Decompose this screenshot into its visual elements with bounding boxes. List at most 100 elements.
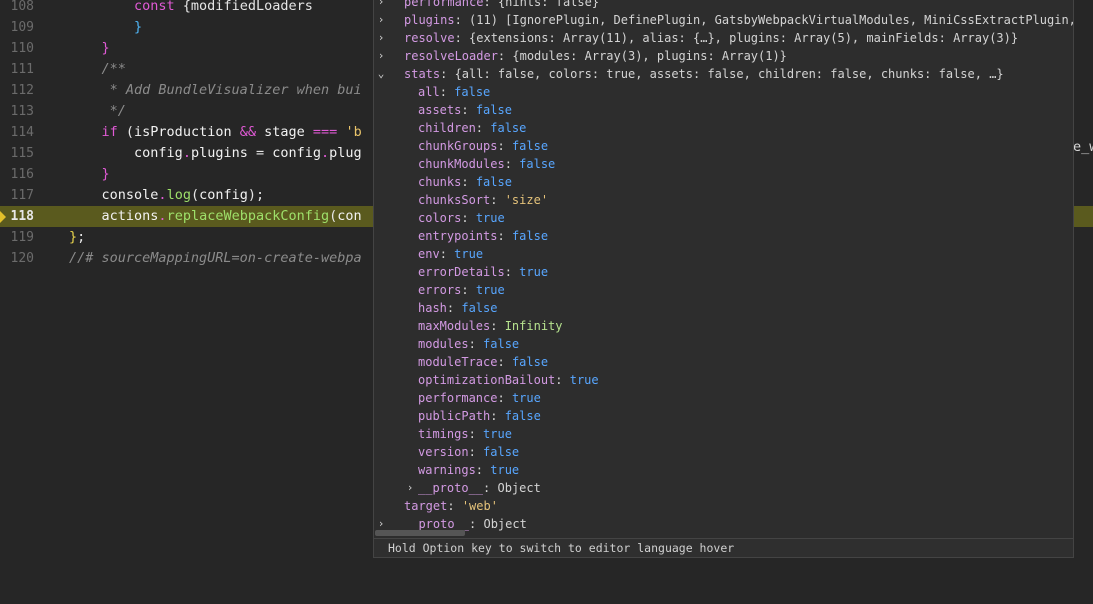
tree-key: colors	[418, 211, 462, 225]
tree-separator: :	[475, 463, 491, 477]
debug-hover-widget[interactable]: › performance: {hints: false} › plugins: (1…	[373, 0, 1074, 558]
tree-row-chunkModules[interactable]: chunkModules: false	[374, 155, 1073, 173]
tree-separator: :	[454, 31, 470, 45]
code-text[interactable]: if (isProduction && stage === 'b	[69, 122, 362, 143]
code-token: plugins	[190, 145, 248, 161]
chevron-right-icon[interactable]: ›	[376, 47, 386, 65]
tree-row-chunkGroups[interactable]: chunkGroups: false	[374, 137, 1073, 155]
tree-key: moduleTrace	[418, 355, 498, 369]
code-text[interactable]: }	[69, 164, 110, 185]
tree-key: __proto__	[418, 481, 484, 495]
tree-separator: :	[490, 193, 505, 207]
tree-value: false	[511, 229, 549, 243]
tree-row-chunksSort[interactable]: chunksSort: 'size'	[374, 191, 1073, 209]
code-token: 'b	[345, 124, 362, 140]
tree-value: false	[483, 445, 520, 459]
line-number[interactable]: 109	[0, 17, 34, 38]
code-token: .	[182, 145, 191, 161]
tree-row-stats[interactable]: ⌄ stats: {all: false, colors: true, asset…	[374, 65, 1073, 83]
tree-row-version[interactable]: version: false	[374, 443, 1073, 461]
tree-key: chunksSort	[418, 193, 491, 207]
tree-key: plugins	[404, 13, 455, 27]
line-number[interactable]: 112	[0, 80, 34, 101]
tree-separator: :	[469, 517, 484, 531]
code-text[interactable]: }	[69, 17, 142, 38]
tree-row-proto[interactable]: › __proto__: Object	[374, 479, 1073, 497]
tree-row-assets[interactable]: assets: false	[374, 101, 1073, 119]
chevron-down-icon[interactable]: ⌄	[376, 65, 386, 83]
tree-separator: :	[490, 319, 505, 333]
tree-row-plugins[interactable]: › plugins: (11) [IgnorePlugin, DefinePlug…	[374, 11, 1073, 29]
tree-separator: :	[440, 67, 455, 81]
tree-row-resolveLoader[interactable]: › resolveLoader: {modules: Array(3), plug…	[374, 47, 1073, 65]
tree-row-resolve[interactable]: › resolve: {extensions: Array(11), alias:…	[374, 29, 1073, 47]
line-number[interactable]: 115	[0, 143, 34, 164]
line-number[interactable]: 111	[0, 59, 34, 80]
tree-key: children	[418, 121, 476, 135]
tree-row-env[interactable]: env: true	[374, 245, 1073, 263]
horizontal-scrollbar[interactable]	[375, 530, 465, 536]
tree-row-proto[interactable]: › __proto__: Object	[374, 515, 1073, 533]
code-text[interactable]: */	[69, 101, 126, 122]
line-number[interactable]: 118	[0, 206, 34, 227]
tree-value: {modules: Array(3), plugins: Array(1)}	[512, 49, 787, 63]
tree-row-performance[interactable]: › performance: {hints: false}	[374, 0, 1073, 11]
tree-row-maxModules[interactable]: maxModules: Infinity	[374, 317, 1073, 335]
code-text[interactable]: config.plugins = config.plug	[69, 143, 362, 164]
tree-separator: :	[447, 499, 462, 513]
chevron-right-icon[interactable]: ›	[376, 11, 386, 29]
code-text[interactable]: };	[69, 227, 85, 248]
chevron-right-icon[interactable]: ›	[376, 29, 386, 47]
tree-row-errors[interactable]: errors: true	[374, 281, 1073, 299]
chevron-right-icon[interactable]: ›	[376, 0, 386, 11]
code-text[interactable]: const {modifiedLoaders	[69, 0, 313, 17]
tree-row-warnings[interactable]: warnings: true	[374, 461, 1073, 479]
code-token: &&	[239, 124, 256, 140]
tree-row-publicPath[interactable]: publicPath: false	[374, 407, 1073, 425]
code-text[interactable]: actions.replaceWebpackConfig(con	[69, 206, 362, 227]
tree-value: {all: false, colors: true, assets: false…	[454, 67, 1004, 81]
tree-key: optimizationBailout	[418, 373, 556, 387]
line-number[interactable]: 110	[0, 38, 34, 59]
line-number[interactable]: 117	[0, 185, 34, 206]
variable-tree[interactable]: › performance: {hints: false} › plugins: (1…	[374, 0, 1073, 537]
tree-row-errorDetails[interactable]: errorDetails: true	[374, 263, 1073, 281]
code-token: );	[247, 187, 265, 203]
line-number[interactable]: 113	[0, 101, 34, 122]
chevron-right-icon[interactable]: ›	[405, 479, 415, 497]
line-number[interactable]: 116	[0, 164, 34, 185]
tree-key: env	[418, 247, 440, 261]
code-text[interactable]: //# sourceMappingURL=on-create-webpa	[69, 248, 362, 269]
tree-key: chunkModules	[418, 157, 505, 171]
line-number[interactable]: 114	[0, 122, 34, 143]
tree-key: publicPath	[418, 409, 491, 423]
tree-value: true	[569, 373, 599, 387]
tree-row-moduleTrace[interactable]: moduleTrace: false	[374, 353, 1073, 371]
tree-row-timings[interactable]: timings: true	[374, 425, 1073, 443]
tree-row-performance[interactable]: performance: true	[374, 389, 1073, 407]
code-text[interactable]: * Add BundleVisualizer when bui	[69, 80, 362, 101]
line-number[interactable]: 120	[0, 248, 34, 269]
code-token: (	[117, 124, 135, 140]
code-token: console	[101, 187, 159, 203]
code-text[interactable]: }	[69, 38, 110, 59]
line-number[interactable]: 108	[0, 0, 34, 17]
tree-row-children[interactable]: children: false	[374, 119, 1073, 137]
tree-row-chunks[interactable]: chunks: false	[374, 173, 1073, 191]
line-number[interactable]: 119	[0, 227, 34, 248]
tree-row-optimizationBailout[interactable]: optimizationBailout: true	[374, 371, 1073, 389]
code-token: */	[109, 103, 126, 119]
tree-row-target[interactable]: target: 'web'	[374, 497, 1073, 515]
code-text[interactable]: /**	[69, 59, 126, 80]
tree-separator: :	[555, 373, 570, 387]
tree-row-colors[interactable]: colors: true	[374, 209, 1073, 227]
tree-row-modules[interactable]: modules: false	[374, 335, 1073, 353]
tree-key: chunkGroups	[418, 139, 498, 153]
code-text[interactable]: console.log(config);	[69, 185, 265, 206]
tree-row-entrypoints[interactable]: entrypoints: false	[374, 227, 1073, 245]
tree-key: performance	[404, 0, 484, 9]
code-token: con	[337, 208, 362, 224]
tree-row-all[interactable]: all: false	[374, 83, 1073, 101]
tree-row-hash[interactable]: hash: false	[374, 299, 1073, 317]
